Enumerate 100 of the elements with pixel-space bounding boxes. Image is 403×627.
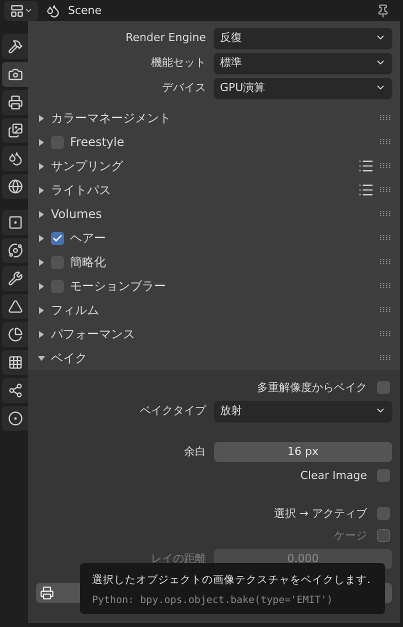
- drag-handle-icon[interactable]: [380, 211, 392, 217]
- circle-dot-icon: [8, 411, 22, 426]
- properties-tab[interactable]: [2, 406, 28, 431]
- expanded-triangle-icon: [38, 354, 45, 362]
- panel-header[interactable]: パフォーマンス: [28, 322, 400, 346]
- panel-header[interactable]: フィルム: [28, 298, 400, 322]
- properties-tab[interactable]: [2, 294, 28, 319]
- properties-tab[interactable]: [2, 266, 28, 291]
- camera-icon: [8, 67, 22, 82]
- collapsed-triangle-icon: [38, 330, 45, 338]
- drag-handle-icon[interactable]: [380, 187, 392, 193]
- property-label: ベイクタイプ: [139, 403, 206, 418]
- drag-handle-icon[interactable]: [380, 163, 392, 169]
- drag-handle-icon[interactable]: [380, 235, 392, 241]
- panel-header[interactable]: 簡略化: [28, 250, 400, 274]
- panel-header[interactable]: カラーマネージメント: [28, 106, 400, 130]
- pie-icon: [8, 327, 22, 342]
- panel-title: 簡略化: [70, 254, 107, 270]
- checker-icon: [8, 355, 22, 370]
- drag-handle-icon[interactable]: [380, 259, 392, 265]
- property-label: Render Engine: [124, 31, 206, 44]
- properties-tab[interactable]: [2, 146, 28, 171]
- square-icon: [8, 215, 22, 230]
- dropdown[interactable]: 放射: [214, 400, 392, 420]
- drag-handle-icon[interactable]: [380, 139, 392, 145]
- collapsed-triangle-icon: [38, 138, 45, 146]
- property-label: 余白: [183, 444, 206, 459]
- property-label: 機能セット: [150, 55, 206, 70]
- checkbox[interactable]: [377, 380, 390, 394]
- properties-tab[interactable]: [2, 62, 28, 87]
- orbit-icon: [8, 243, 22, 258]
- images-icon: [8, 123, 22, 138]
- dropdown[interactable]: 標準: [214, 52, 392, 72]
- drag-handle-icon[interactable]: [380, 307, 392, 313]
- tooltip-description: 選択したオブジェクトの画像テクスチャをベイクします.: [92, 573, 372, 587]
- properties-tab[interactable]: [2, 210, 28, 235]
- properties-tab[interactable]: [2, 238, 28, 263]
- panel-header[interactable]: Freestyle: [28, 130, 400, 154]
- checkbox[interactable]: [377, 506, 390, 520]
- properties-tab[interactable]: [2, 174, 28, 199]
- properties-tab[interactable]: [2, 118, 28, 143]
- drag-handle-icon[interactable]: [380, 331, 392, 337]
- triangle-icon: [8, 299, 22, 314]
- properties-tab[interactable]: [2, 90, 28, 115]
- editor-type-button[interactable]: [4, 0, 38, 20]
- checkbox[interactable]: [377, 468, 390, 482]
- checkbox-label: ケージ: [334, 528, 367, 542]
- panel-title: モーションブラー: [70, 278, 167, 294]
- panel-header[interactable]: Volumes: [28, 202, 400, 226]
- printer-icon: [8, 95, 22, 110]
- drag-handle-icon[interactable]: [380, 115, 392, 121]
- globe-icon: [8, 179, 22, 194]
- dropdown[interactable]: 反復: [214, 28, 392, 48]
- list-icon[interactable]: [358, 182, 374, 198]
- hammer-icon: [8, 39, 22, 54]
- panel-title: ライトパス: [51, 182, 112, 198]
- collapsed-triangle-icon: [38, 306, 45, 314]
- panel-title: パフォーマンス: [51, 326, 136, 342]
- tooltip-python: Python: bpy.ops.object.bake(type='EMIT'): [92, 595, 334, 606]
- properties-tab[interactable]: [2, 350, 28, 375]
- panel-title: カラーマネージメント: [51, 110, 172, 126]
- collapsed-triangle-icon: [38, 234, 45, 242]
- drag-handle-icon[interactable]: [380, 283, 392, 289]
- droplets-icon: [8, 151, 22, 166]
- checkbox-label: Clear Image: [300, 468, 367, 482]
- panel-header[interactable]: サンプリング: [28, 154, 400, 178]
- layout-icon: [10, 4, 24, 18]
- panel-title: ヘアー: [70, 230, 107, 246]
- panel-header[interactable]: モーションブラー: [28, 274, 400, 298]
- panel-title: Freestyle: [70, 135, 126, 149]
- properties-tab[interactable]: [2, 378, 28, 403]
- wrench-icon: [8, 271, 22, 286]
- panel-title: Volumes: [51, 207, 103, 221]
- collapsed-triangle-icon: [38, 282, 45, 290]
- checkbox[interactable]: [51, 232, 64, 244]
- scene-title: Scene: [68, 4, 103, 17]
- properties-tab[interactable]: [2, 34, 28, 59]
- checkbox-label: 多重解像度からベイク: [257, 380, 367, 394]
- dropdown[interactable]: GPU演算: [214, 78, 392, 98]
- panel-header[interactable]: ヘアー: [28, 226, 400, 250]
- pin-icon[interactable]: [376, 4, 390, 18]
- properties-tab[interactable]: [2, 322, 28, 347]
- panel-title: フィルム: [51, 302, 100, 318]
- list-icon[interactable]: [358, 158, 374, 174]
- nodes-icon: [8, 383, 22, 398]
- property-label: レイの距離: [150, 551, 206, 566]
- collapsed-triangle-icon: [38, 186, 45, 194]
- drag-handle-icon[interactable]: [380, 355, 392, 361]
- property-label: デバイス: [161, 80, 206, 95]
- panel-title: ベイク: [51, 350, 88, 366]
- collapsed-triangle-icon: [38, 210, 45, 218]
- panel-header[interactable]: ライトパス: [28, 178, 400, 202]
- chevron-icon: [24, 6, 32, 15]
- panel-header[interactable]: ベイク: [28, 346, 400, 370]
- droplets-icon: [46, 4, 60, 18]
- panel-title: サンプリング: [51, 158, 124, 174]
- printer-icon: [40, 586, 54, 600]
- number-field[interactable]: 16 px: [214, 442, 392, 462]
- collapsed-triangle-icon: [38, 114, 45, 122]
- collapsed-triangle-icon: [38, 258, 45, 266]
